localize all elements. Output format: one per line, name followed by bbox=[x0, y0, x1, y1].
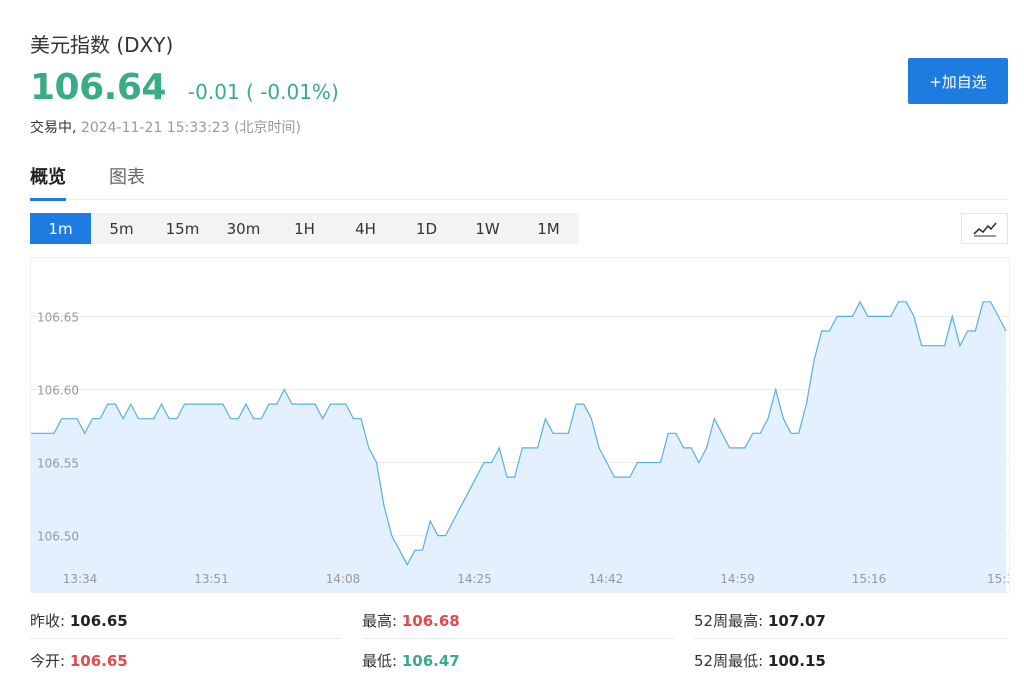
divider bbox=[362, 638, 674, 639]
divider bbox=[694, 638, 1008, 639]
stat-low: 最低: 106.47 bbox=[362, 650, 460, 671]
timestamp: 2024-11-21 15:33:23 bbox=[80, 120, 230, 136]
stat-value: 106.47 bbox=[401, 652, 460, 670]
x-tick-label: 14:42 bbox=[589, 572, 624, 586]
stat-52w-low: 52周最低: 100.15 bbox=[694, 650, 826, 671]
stat-value: 106.65 bbox=[69, 652, 128, 670]
current-price: 106.64 bbox=[30, 67, 166, 108]
line-chart-icon bbox=[972, 221, 997, 236]
price-chart-svg: 106.65 106.60 106.55 106.50 13:34 13:51 14:08 1… bbox=[31, 300, 1010, 592]
tab-bar: 概览 图表 bbox=[30, 163, 1008, 201]
interval-1m[interactable]: 1m bbox=[30, 213, 91, 244]
interval-1d[interactable]: 1D bbox=[396, 213, 457, 244]
price-area bbox=[31, 301, 1006, 592]
x-tick-label: 14:59 bbox=[720, 572, 755, 586]
add-watchlist-button[interactable]: +加自选 bbox=[908, 58, 1008, 104]
x-tick-label: 14:08 bbox=[326, 572, 361, 586]
stat-value: 106.68 bbox=[401, 612, 460, 630]
x-tick-label: 15:16 bbox=[852, 572, 887, 586]
y-tick-label: 106.50 bbox=[37, 530, 79, 544]
interval-4h[interactable]: 4H bbox=[335, 213, 396, 244]
trading-state: 交易中, bbox=[30, 120, 77, 136]
x-tick-label: 13:51 bbox=[194, 572, 229, 586]
y-tick-label: 106.55 bbox=[37, 457, 79, 471]
stat-label: 最低: bbox=[362, 652, 398, 670]
tab-chart[interactable]: 图表 bbox=[109, 163, 145, 200]
stat-label: 昨收: bbox=[30, 612, 66, 630]
price-row: 106.64 -0.01 ( -0.01%) bbox=[30, 67, 339, 108]
tab-overview[interactable]: 概览 bbox=[30, 163, 66, 201]
stat-label: 今开: bbox=[30, 652, 66, 670]
x-tick-label: 14:25 bbox=[457, 572, 492, 586]
price-change: -0.01 ( -0.01%) bbox=[187, 80, 339, 104]
stat-value: 106.65 bbox=[69, 612, 128, 630]
y-tick-label: 106.65 bbox=[37, 310, 79, 324]
interval-1w[interactable]: 1W bbox=[457, 213, 518, 244]
interval-1h[interactable]: 1H bbox=[274, 213, 335, 244]
stat-value: 100.15 bbox=[767, 652, 826, 670]
stat-label: 最高: bbox=[362, 612, 398, 630]
stat-open: 今开: 106.65 bbox=[30, 650, 128, 671]
stat-value: 107.07 bbox=[767, 612, 826, 630]
divider bbox=[30, 638, 342, 639]
interval-selector: 1m 5m 15m 30m 1H 4H 1D 1W 1M bbox=[30, 213, 579, 244]
price-chart: 106.65 106.60 106.55 106.50 13:34 13:51 14:08 1… bbox=[30, 257, 1010, 593]
interval-1mo[interactable]: 1M bbox=[518, 213, 579, 244]
y-tick-label: 106.60 bbox=[37, 383, 79, 397]
stat-high: 最高: 106.68 bbox=[362, 610, 460, 631]
interval-15m[interactable]: 15m bbox=[152, 213, 213, 244]
trading-status: 交易中, 2024-11-21 15:33:23 (北京时间) bbox=[30, 117, 301, 137]
stat-label: 52周最高: bbox=[694, 612, 764, 630]
x-tick-label: 13:34 bbox=[63, 572, 98, 586]
stat-label: 52周最低: bbox=[694, 652, 764, 670]
interval-5m[interactable]: 5m bbox=[91, 213, 152, 244]
x-tick-label: 15:3 bbox=[987, 572, 1010, 586]
stat-52w-high: 52周最高: 107.07 bbox=[694, 610, 826, 631]
timezone-label: (北京时间) bbox=[234, 120, 301, 136]
stat-prev-close: 昨收: 106.65 bbox=[30, 610, 128, 631]
page-title: 美元指数 (DXY) bbox=[30, 33, 174, 57]
interval-30m[interactable]: 30m bbox=[213, 213, 274, 244]
chart-type-button[interactable] bbox=[961, 213, 1008, 244]
